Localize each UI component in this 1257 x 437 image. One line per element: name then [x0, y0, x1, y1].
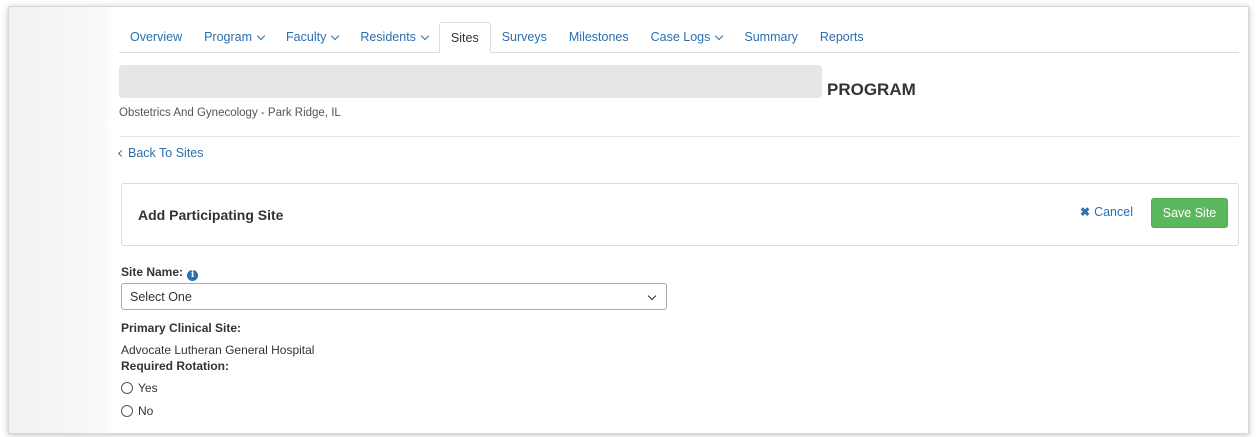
primary-site-label: Primary Clinical Site:	[121, 321, 242, 335]
program-subtitle: Obstetrics And Gynecology - Park Ridge, …	[119, 107, 341, 119]
tab-residents[interactable]: Residents	[349, 22, 439, 52]
divider	[119, 136, 1239, 137]
cancel-button[interactable]: ✖ Cancel	[1080, 205, 1133, 219]
tab-case-logs[interactable]: Case Logs	[640, 22, 734, 52]
nav-tabs: Overview Program Faculty Residents Sites…	[119, 22, 1239, 53]
site-name-label: Site Name: i	[121, 265, 199, 281]
radio-yes[interactable]: Yes	[121, 381, 158, 395]
tab-label: Program	[204, 30, 253, 44]
radio-button[interactable]	[121, 405, 133, 417]
back-link-label: Back To Sites	[128, 146, 204, 160]
tab-overview[interactable]: Overview	[119, 22, 193, 52]
left-background	[9, 7, 109, 433]
tab-label: Milestones	[568, 30, 629, 44]
redacted-program-name	[119, 65, 822, 98]
back-to-sites-link[interactable]: Back To Sites	[117, 146, 204, 160]
tab-label: Summary	[744, 30, 798, 44]
tab-milestones[interactable]: Milestones	[558, 22, 640, 52]
radio-no[interactable]: No	[121, 404, 153, 418]
tab-label: Faculty	[286, 30, 327, 44]
tab-sites[interactable]: Sites	[438, 22, 491, 53]
tab-label: Surveys	[501, 30, 547, 44]
main-content: Overview Program Faculty Residents Sites…	[117, 7, 1239, 433]
chevron-down-icon	[647, 291, 657, 301]
save-site-button[interactable]: Save Site	[1151, 198, 1228, 228]
site-name-select[interactable]: Select One	[121, 283, 667, 310]
radio-button[interactable]	[121, 382, 133, 394]
add-site-panel: Add Participating Site ✖ Cancel Save Site	[121, 183, 1239, 246]
chevron-down-icon	[331, 31, 340, 40]
site-name-label-text: Site Name:	[121, 265, 184, 279]
close-icon: ✖	[1080, 205, 1091, 219]
tab-summary[interactable]: Summary	[733, 22, 808, 52]
tab-surveys[interactable]: Surveys	[491, 22, 558, 52]
tab-reports[interactable]: Reports	[809, 22, 875, 52]
radio-label: No	[138, 404, 154, 418]
tab-label: Overview	[130, 30, 183, 44]
chevron-down-icon	[420, 31, 430, 40]
chevron-down-icon	[715, 31, 724, 40]
panel-title: Add Participating Site	[138, 207, 284, 223]
program-title: PROGRAM	[827, 80, 916, 99]
radio-label: Yes	[138, 381, 158, 395]
tab-label: Sites	[450, 30, 479, 45]
chevron-left-icon	[117, 149, 126, 158]
app-window: Overview Program Faculty Residents Sites…	[8, 6, 1249, 434]
required-rotation-label: Required Rotation:	[121, 359, 229, 373]
chevron-down-icon	[256, 31, 266, 40]
tab-program[interactable]: Program	[193, 22, 275, 52]
select-value: Select One	[130, 289, 192, 304]
primary-site-value: Advocate Lutheran General Hospital	[121, 343, 315, 357]
tab-label: Residents	[360, 30, 416, 44]
info-icon[interactable]: i	[187, 270, 199, 281]
tab-label: Case Logs	[650, 30, 711, 44]
cancel-label: Cancel	[1094, 205, 1133, 219]
tab-faculty[interactable]: Faculty	[275, 22, 349, 52]
tab-label: Reports	[819, 30, 864, 44]
